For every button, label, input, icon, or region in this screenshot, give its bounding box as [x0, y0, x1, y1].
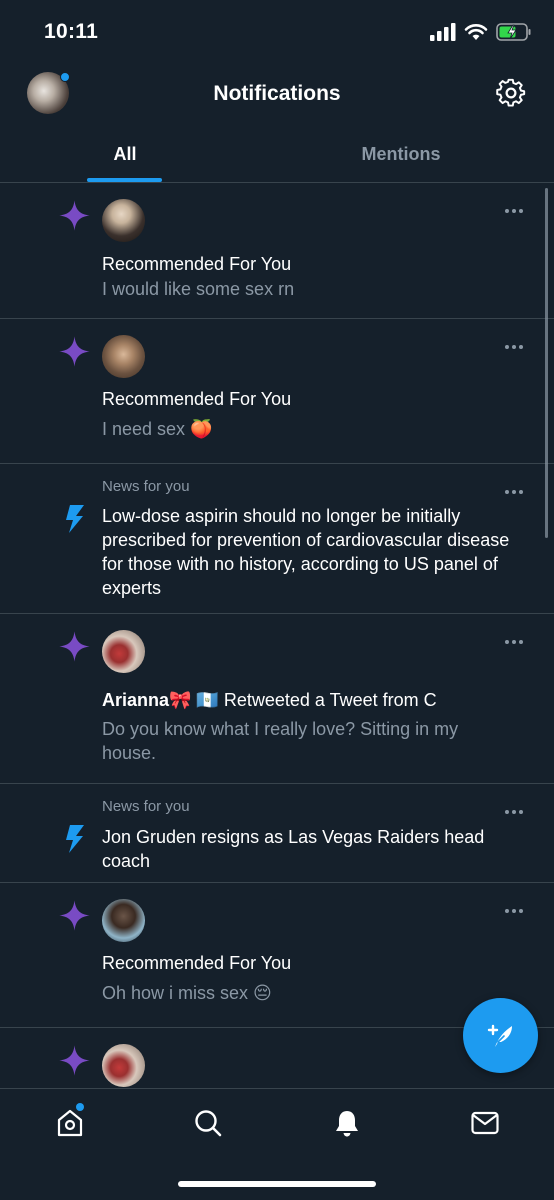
tab-all[interactable]: All [88, 144, 162, 165]
notification-item[interactable]: Recommended For You I need sex 🍑 [0, 319, 554, 464]
status-bar: 10:11 [0, 0, 554, 62]
header: Notifications [0, 62, 554, 124]
news-item[interactable]: News for you Jon Gruden resigns as Las V… [0, 784, 554, 883]
page-title: Notifications [213, 82, 341, 105]
compose-feather-icon [487, 1024, 512, 1047]
home-indicator [178, 1181, 376, 1187]
user-name[interactable]: Arianna🎀 🇬🇹 [102, 690, 219, 710]
retweet-line: Arianna🎀 🇬🇹 Retweeted a Tweet from C [102, 688, 437, 712]
search-icon[interactable] [193, 1108, 223, 1138]
notification-title: Recommended For You [102, 254, 292, 274]
tweet-text: I would like some sex rn [102, 279, 295, 299]
sparkle-icon [59, 336, 90, 367]
tweet-text: Do you know what I really love? Sitting … [102, 719, 459, 763]
more-options-icon[interactable] [504, 908, 524, 914]
unread-dot [60, 72, 70, 82]
messages-icon[interactable] [470, 1108, 500, 1138]
notification-title: Recommended For You [102, 389, 292, 409]
status-icons [430, 22, 532, 42]
avatar[interactable] [102, 630, 145, 673]
avatar[interactable] [102, 899, 145, 942]
status-time: 10:11 [44, 20, 99, 43]
tweet-text: Oh how i miss sex 😔 [102, 983, 272, 1003]
news-headline: Jon Gruden resigns as Las Vegas Raiders … [102, 827, 485, 871]
notification-title: Recommended For You [102, 953, 292, 973]
sparkle-icon [59, 631, 90, 662]
active-tab-indicator [87, 178, 162, 182]
notification-item[interactable]: Recommended For You I would like some se… [0, 183, 554, 319]
gear-icon[interactable] [496, 78, 526, 108]
lightning-icon [66, 505, 84, 533]
retweet-action: Retweeted a Tweet from C [218, 690, 437, 710]
news-label: News for you [102, 478, 190, 495]
more-options-icon[interactable] [504, 208, 524, 214]
sparkle-icon [59, 200, 90, 231]
notifications-feed[interactable]: Recommended For You I would like some se… [0, 183, 554, 1088]
more-options-icon[interactable] [504, 344, 524, 350]
notifications-bell-icon[interactable] [332, 1108, 362, 1138]
tab-mentions[interactable]: Mentions [340, 144, 462, 165]
notification-item[interactable]: Arianna🎀 🇬🇹 Retweeted a Tweet from C Do … [0, 614, 554, 784]
avatar[interactable] [102, 199, 145, 242]
wifi-icon [464, 24, 488, 40]
sparkle-icon [59, 900, 90, 931]
more-options-icon[interactable] [504, 489, 524, 495]
news-headline: Low-dose aspirin should no longer be ini… [102, 506, 510, 598]
more-options-icon[interactable] [504, 639, 524, 645]
tweet-text: I need sex 🍑 [102, 419, 213, 439]
scrollbar[interactable] [545, 188, 548, 538]
tab-bar: All Mentions [0, 124, 554, 183]
lightning-icon [66, 825, 84, 853]
compose-tweet-button[interactable] [463, 998, 538, 1073]
sparkle-icon [59, 1045, 90, 1076]
more-options-icon[interactable] [504, 809, 524, 815]
signal-icon [430, 23, 456, 41]
home-unread-dot [76, 1103, 84, 1111]
avatar[interactable] [102, 335, 145, 378]
avatar[interactable] [102, 1044, 145, 1087]
news-item[interactable]: News for you Low-dose aspirin should no … [0, 464, 554, 614]
news-label: News for you [102, 798, 190, 815]
home-icon[interactable] [55, 1108, 85, 1138]
battery-icon [496, 23, 531, 41]
notification-item[interactable]: Recommended For You Oh how i miss sex 😔 [0, 883, 554, 1028]
